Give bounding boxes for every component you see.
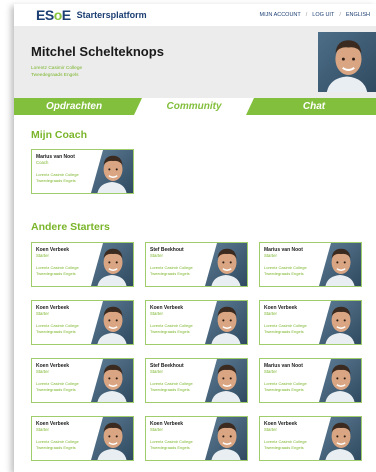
avatar: [91, 359, 133, 402]
starter-card[interactable]: Koen Verbeek Starter Lorentz Casimir Colle…: [259, 300, 362, 345]
avatar: [91, 150, 133, 193]
starter-role: Starter: [150, 311, 163, 316]
starter-card[interactable]: Koen Verbeek Starter Lorentz Casimir Colle…: [31, 300, 134, 345]
starter-card[interactable]: Marius van Noot Starter Lorentz Casimir Co…: [259, 242, 362, 287]
avatar: [319, 417, 361, 460]
starter-role: Starter: [150, 253, 163, 258]
starter-school: Lorentz Casimir College Tweedegraads Enge…: [150, 381, 193, 392]
starter-card[interactable]: Koen Verbeek Starter Lorentz Casimir Colle…: [145, 300, 248, 345]
starter-card[interactable]: Koen Verbeek Starter Lorentz Casimir Colle…: [259, 416, 362, 461]
avatar: [205, 417, 247, 460]
starter-role: Starter: [264, 369, 277, 374]
starter-card[interactable]: Stef Beekhout Starter Lorentz Casimir Coll…: [145, 358, 248, 403]
starter-school: Lorentz Casimir College Tweedegraads Enge…: [150, 265, 193, 276]
user-name: Mitchel Schelteknops: [31, 44, 164, 59]
starter-role: Starter: [36, 311, 49, 316]
starter-role: Starter: [36, 369, 49, 374]
starter-card[interactable]: Koen Verbeek Starter Lorentz Casimir Colle…: [31, 358, 134, 403]
starter-school: Lorentz Casimir College Tweedegraads Enge…: [36, 323, 79, 334]
coach-card[interactable]: Marius van Noot Coach Lorentz Casimir Co…: [31, 149, 134, 194]
user-school: Lorentz Casimir College Tweedegraads Eng…: [31, 66, 83, 78]
starter-card[interactable]: Stef Beekhout Starter Lorentz Casimir Coll…: [145, 242, 248, 287]
starter-school: Lorentz Casimir College Tweedegraads Enge…: [264, 323, 307, 334]
coach-section-title: Mijn Coach: [31, 129, 88, 141]
starter-role: Starter: [264, 427, 277, 432]
avatar: [319, 301, 361, 344]
avatar: [205, 243, 247, 286]
tab-community[interactable]: Community: [134, 98, 254, 115]
logout-link[interactable]: LOG UIT: [312, 12, 334, 18]
starter-school: Lorentz Casimir College Tweedegraads Enge…: [150, 323, 193, 334]
my-account-link[interactable]: MIJN ACCOUNT: [260, 12, 301, 18]
avatar: [91, 301, 133, 344]
avatar: [205, 359, 247, 402]
starter-role: Starter: [36, 253, 49, 258]
top-nav: MIJN ACCOUNT / LOG UIT / ENGLISH: [259, 12, 370, 18]
tab-chat[interactable]: Chat: [254, 98, 374, 115]
starters-section-title: Andere Starters: [31, 221, 110, 233]
starter-school: Lorentz Casimir College Tweedegraads Enge…: [264, 439, 307, 450]
starter-card[interactable]: Koen Verbeek Starter Lorentz Casimir Colle…: [31, 416, 134, 461]
brand-name: Startersplatform: [76, 10, 147, 20]
starter-school: Lorentz Casimir College Tweedegraads Enge…: [36, 439, 79, 450]
starter-card[interactable]: Koen Verbeek Starter Lorentz Casimir Colle…: [31, 242, 134, 287]
avatar: [319, 359, 361, 402]
starter-role: Starter: [150, 369, 163, 374]
starter-school: Lorentz Casimir College Tweedegraads Enge…: [264, 265, 307, 276]
starter-role: Starter: [264, 253, 277, 258]
main-nav: Opdrachten Community Chat: [14, 98, 376, 115]
user-avatar: [318, 32, 376, 92]
starter-school: Lorentz Casimir College Tweedegraads Enge…: [36, 265, 79, 276]
starter-school: Lorentz Casimir College Tweedegraads Enge…: [264, 381, 307, 392]
top-bar: ESoE Startersplatform MIJN ACCOUNT / LOG…: [14, 4, 376, 26]
app-window: ESoE Startersplatform MIJN ACCOUNT / LOG…: [14, 4, 376, 472]
starter-card[interactable]: Marius van Noot Starter Lorentz Casimir Co…: [259, 358, 362, 403]
logo[interactable]: ESoE: [36, 7, 71, 23]
avatar: [91, 417, 133, 460]
language-link[interactable]: ENGLISH: [346, 12, 370, 18]
starter-role: Starter: [264, 311, 277, 316]
starter-card[interactable]: Koen Verbeek Starter Lorentz Casimir Colle…: [145, 416, 248, 461]
starter-school: Lorentz Casimir College Tweedegraads Enge…: [150, 439, 193, 450]
profile-header: Mitchel Schelteknops Lorentz Casimir Col…: [14, 26, 376, 98]
avatar: [91, 243, 133, 286]
starter-role: Starter: [36, 427, 49, 432]
avatar: [205, 301, 247, 344]
starter-school: Lorentz Casimir College Tweedegraads Enge…: [36, 381, 79, 392]
avatar: [319, 243, 361, 286]
tab-opdrachten[interactable]: Opdrachten: [14, 98, 134, 115]
starter-role: Starter: [150, 427, 163, 432]
